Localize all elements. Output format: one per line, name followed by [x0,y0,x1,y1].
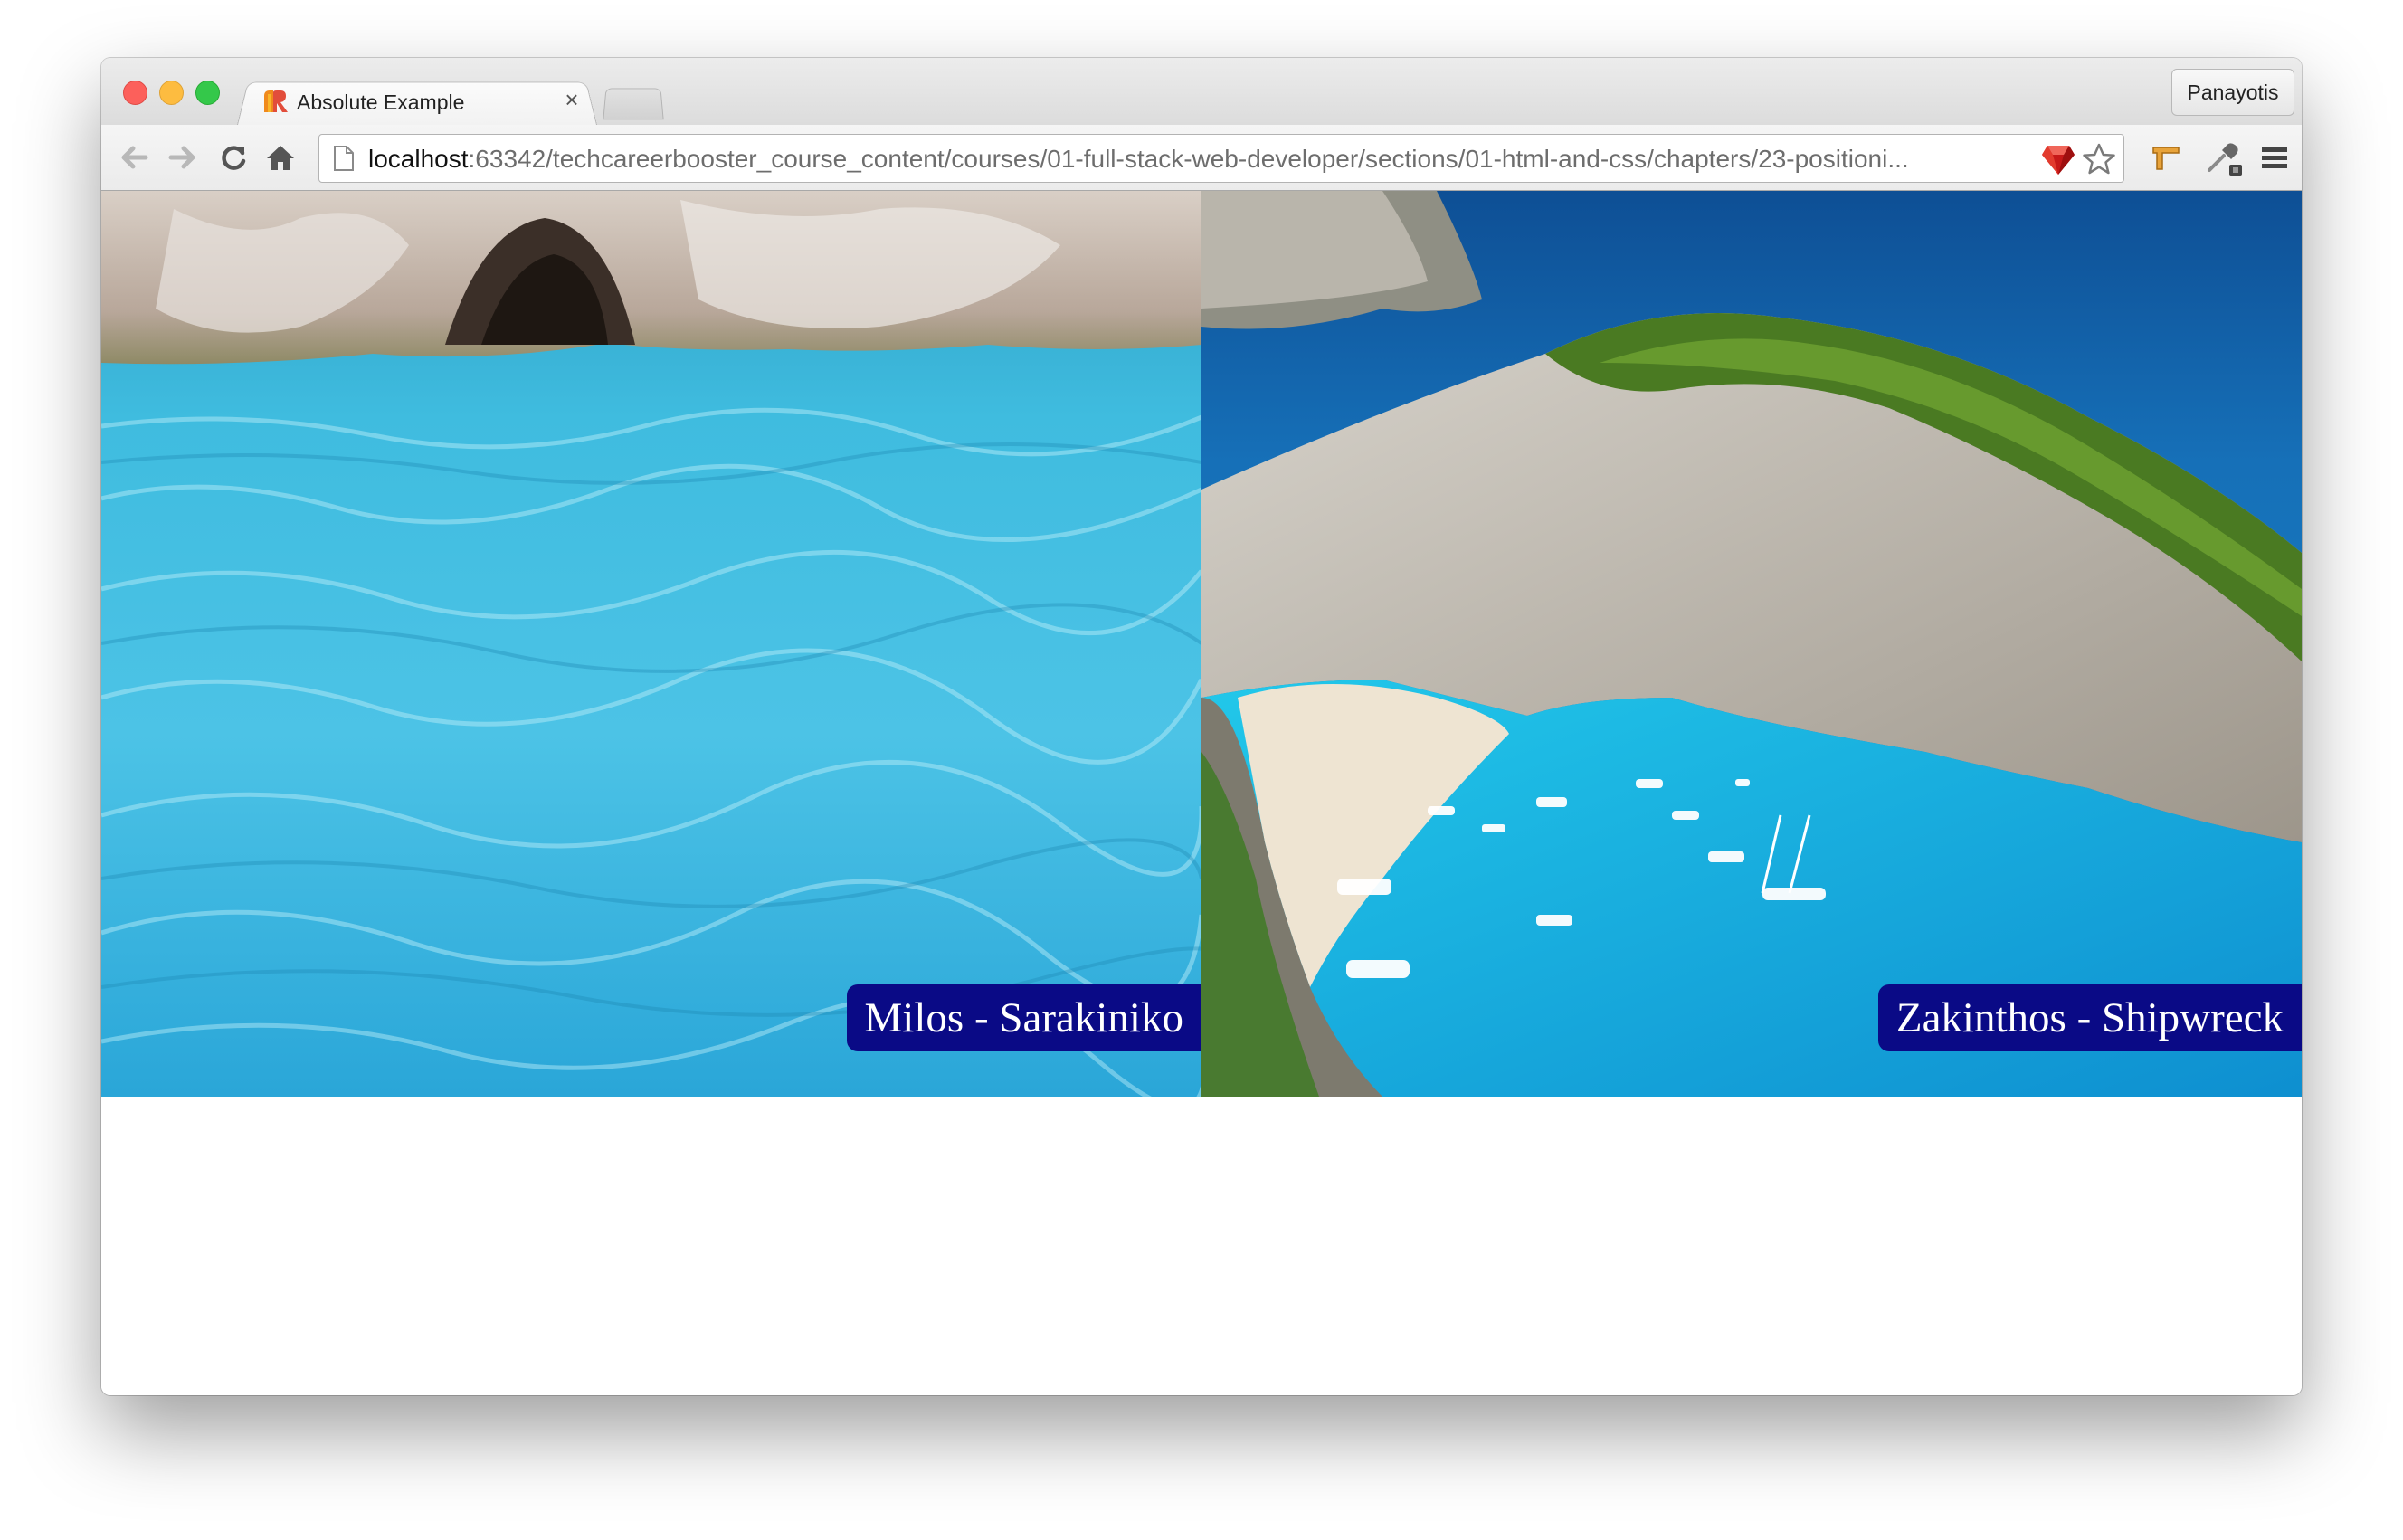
new-tab-button[interactable] [603,88,664,120]
tab-strip: Absolute Example × Panayotis [101,58,2302,125]
page-content: Milos - Sarakiniko Zakinthos - Shipwreck [101,191,2302,1395]
rubymine-favicon-icon [264,90,288,112]
zakinthos-shipwreck-image [1202,191,2302,1097]
tab-title: Absolute Example [297,90,465,114]
tab-close-icon[interactable]: × [559,87,584,112]
url-path: :63342/techcareerbooster_course_content/… [468,145,1909,173]
tab-absolute-example[interactable]: Absolute Example × [237,78,597,125]
photo-zakinthos: Zakinthos - Shipwreck [1202,191,2302,1097]
bookmark-star-icon[interactable] [2082,142,2116,176]
url-text: localhost:63342/techcareerbooster_course… [368,145,2024,174]
browser-window: Absolute Example × Panayotis localhost:6… [101,58,2302,1395]
photo-caption-zakinthos: Zakinthos - Shipwreck [1877,984,2302,1051]
back-arrow-icon[interactable] [114,138,154,177]
url-host: localhost [368,145,469,173]
maximize-window-button[interactable] [195,81,220,105]
milos-sea-image [101,191,1202,1097]
minimize-window-button[interactable] [159,81,184,105]
photo-caption-milos: Milos - Sarakiniko [846,984,1202,1051]
forward-arrow-icon[interactable] [163,138,203,177]
page-icon [334,146,354,171]
extension-icon[interactable] [2146,138,2186,177]
photo-milos: Milos - Sarakiniko [101,191,1202,1097]
hamburger-menu-icon[interactable] [2255,138,2294,177]
profile-button[interactable]: Panayotis [2171,69,2294,116]
reload-icon[interactable] [214,138,253,177]
home-icon[interactable] [261,138,300,177]
toolbar: localhost:63342/techcareerbooster_course… [101,125,2302,191]
close-window-button[interactable] [123,81,147,105]
address-bar[interactable]: localhost:63342/techcareerbooster_course… [318,134,2124,183]
ruby-gem-icon[interactable] [2040,142,2076,176]
eyedropper-icon[interactable] [2204,138,2244,177]
